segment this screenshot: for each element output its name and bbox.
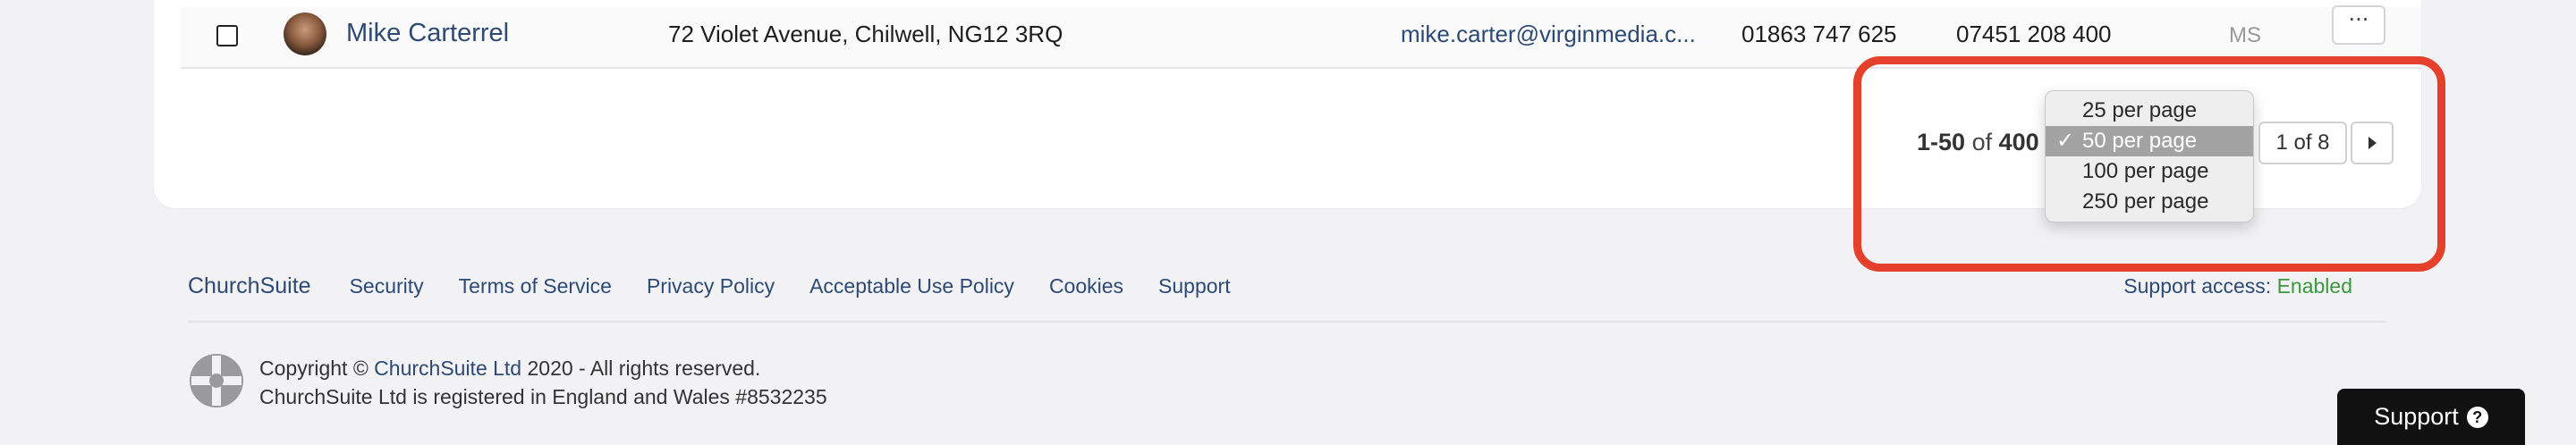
more-actions-button[interactable]: ···: [2332, 5, 2385, 45]
phone-cell: 01863 747 625: [1741, 21, 1897, 47]
support-button-label: Support: [2374, 403, 2459, 430]
churchsuite-logo-icon: [190, 354, 243, 407]
contact-name-link[interactable]: Mike Carterrel: [346, 19, 509, 48]
initials-cell: MS: [2229, 23, 2261, 47]
copyright-line: Copyright © ChurchSuite Ltd 2020 - All r…: [259, 357, 761, 380]
footer-link-cookies[interactable]: Cookies: [1049, 274, 1123, 298]
footer-link-support[interactable]: Support: [1158, 274, 1231, 298]
footer-divider: [188, 321, 2386, 323]
address-cell: 72 Violet Avenue, Chilwell, NG12 3RQ: [668, 21, 1063, 47]
footer-link-privacy[interactable]: Privacy Policy: [647, 274, 775, 298]
highlight-annotation: [1853, 56, 2445, 272]
ellipsis-icon: ···: [2348, 7, 2369, 32]
mobile-cell: 07451 208 400: [1956, 21, 2112, 47]
footer-link-acceptable-use[interactable]: Acceptable Use Policy: [809, 274, 1014, 298]
support-access-label: Support access:: [2123, 274, 2272, 298]
footer-nav: ChurchSuite Security Terms of Service Pr…: [188, 273, 1266, 299]
row-checkbox[interactable]: [216, 25, 238, 46]
support-access-status[interactable]: Enabled: [2277, 274, 2352, 298]
email-link[interactable]: mike.carter@virginmedia.c...: [1401, 21, 1696, 48]
support-access: Support access: Enabled: [2123, 274, 2352, 298]
copyright-block: Copyright © ChurchSuite Ltd 2020 - All r…: [259, 354, 827, 411]
registration-line: ChurchSuite Ltd is registered in England…: [259, 385, 827, 408]
avatar: [284, 13, 326, 55]
footer-link-security[interactable]: Security: [350, 274, 424, 298]
support-button[interactable]: Support ?: [2337, 389, 2525, 445]
company-link[interactable]: ChurchSuite Ltd: [374, 357, 521, 380]
help-icon: ?: [2466, 406, 2488, 428]
footer-brand-link[interactable]: ChurchSuite: [188, 273, 311, 299]
footer-link-terms[interactable]: Terms of Service: [459, 274, 612, 298]
